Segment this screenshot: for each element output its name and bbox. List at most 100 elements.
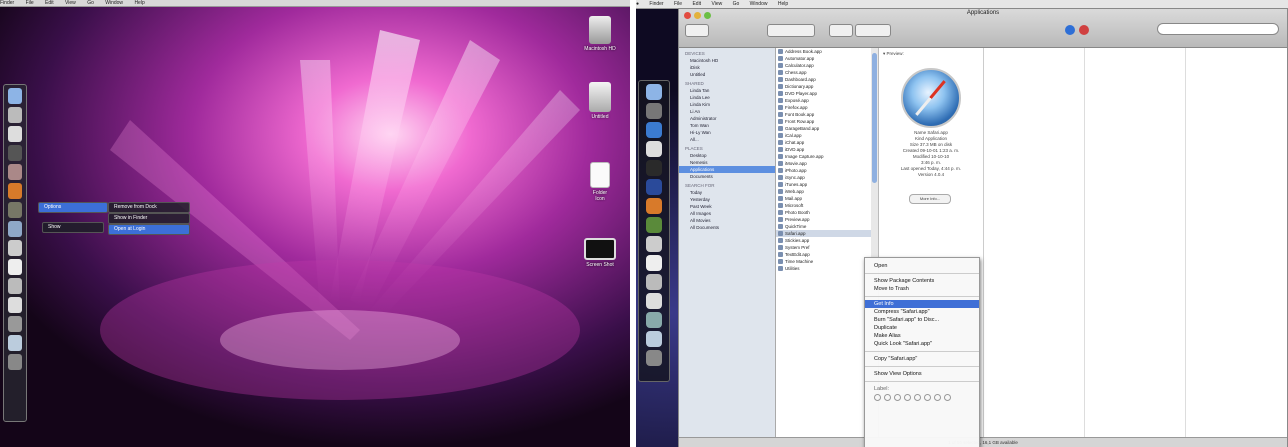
app-icon[interactable] xyxy=(1079,25,1089,35)
safari-icon[interactable] xyxy=(646,122,662,138)
sidebar-item-home[interactable]: Nemesis xyxy=(679,159,775,166)
app-icon[interactable] xyxy=(646,179,662,195)
app-list-item[interactable]: iWeb.app xyxy=(776,188,871,195)
desktop-icon-hd[interactable]: Macintosh HD xyxy=(570,16,630,52)
gear-icon[interactable] xyxy=(8,240,22,256)
app-list-item[interactable]: Utilities xyxy=(776,265,871,272)
context-duplicate[interactable]: Duplicate xyxy=(865,324,979,332)
app-list-item[interactable]: Preview.app xyxy=(776,216,871,223)
context-copy[interactable]: Copy "Safari.app" xyxy=(865,355,979,363)
sidebar-item-search[interactable]: All Images xyxy=(679,210,775,217)
app-list-item[interactable]: Automator.app xyxy=(776,55,871,62)
sidebar-item-search[interactable]: Yesterday xyxy=(679,196,775,203)
sidebar-item-desktop[interactable]: Desktop xyxy=(679,152,775,159)
quicklook-button[interactable] xyxy=(829,24,853,37)
context-burn[interactable]: Burn "Safari.app" to Disc... xyxy=(865,316,979,324)
terminal-icon[interactable] xyxy=(8,145,22,161)
system-icon[interactable] xyxy=(8,107,22,123)
label-none-icon[interactable] xyxy=(874,394,881,401)
menu-go[interactable]: Go xyxy=(87,0,94,6)
sidebar-item-shared[interactable]: Hi-Ly Wan xyxy=(679,129,775,136)
back-forward-button[interactable] xyxy=(685,24,709,37)
app-icon[interactable] xyxy=(8,297,22,313)
app-list-item[interactable]: TextEdit.app xyxy=(776,251,871,258)
menu-window[interactable]: Window xyxy=(750,0,768,8)
menu-item-show[interactable]: Show xyxy=(42,222,104,233)
context-move-to-trash[interactable]: Move to Trash xyxy=(865,285,979,293)
app-list-item[interactable]: DVD Player.app xyxy=(776,90,871,97)
context-open[interactable]: Open xyxy=(865,262,979,270)
sidebar-item-shared[interactable]: Administrator xyxy=(679,115,775,122)
view-mode-buttons[interactable] xyxy=(767,24,815,37)
menu-finder[interactable]: Finder xyxy=(649,0,663,8)
app-icon[interactable] xyxy=(8,221,22,237)
menu-edit[interactable]: Edit xyxy=(45,0,54,6)
app-list-item[interactable]: iPhoto.app xyxy=(776,167,871,174)
sidebar-item-documents[interactable]: Documents xyxy=(679,173,775,180)
app-list-item[interactable]: Dashboard.app xyxy=(776,76,871,83)
context-show-view-options[interactable]: Show View Options xyxy=(865,370,979,378)
context-show-package-contents[interactable]: Show Package Contents xyxy=(865,277,979,285)
app-icon[interactable] xyxy=(646,217,662,233)
sidebar-item-device[interactable]: iDisk xyxy=(679,64,775,71)
label-color-icon[interactable] xyxy=(924,394,931,401)
app-list-item[interactable]: Exposé.app xyxy=(776,97,871,104)
menu-go[interactable]: Go xyxy=(733,0,740,8)
terminal-icon[interactable] xyxy=(646,160,662,176)
app-list-item[interactable]: Calculator.app xyxy=(776,62,871,69)
app-list-item[interactable]: System Pref xyxy=(776,244,871,251)
trash-icon[interactable] xyxy=(8,354,22,370)
menu-item-options[interactable]: Options xyxy=(38,202,108,213)
more-info-button[interactable]: More Info... xyxy=(909,194,951,204)
clock-icon[interactable] xyxy=(8,126,22,142)
context-get-info[interactable]: Get Info xyxy=(865,300,979,308)
sidebar-item-search[interactable]: Today xyxy=(679,189,775,196)
app-list-item[interactable]: GarageBand.app xyxy=(776,125,871,132)
gear-icon[interactable] xyxy=(646,236,662,252)
desktop-icon-file[interactable]: Folder Icon xyxy=(570,162,630,202)
menu-window[interactable]: Window xyxy=(105,0,123,6)
sidebar-item-applications[interactable]: Applications xyxy=(679,166,775,173)
label-color-icon[interactable] xyxy=(904,394,911,401)
menu-item-remove-from-dock[interactable]: Remove from Dock xyxy=(108,202,190,213)
menu-view[interactable]: View xyxy=(711,0,722,8)
sidebar-item-device[interactable]: Untitled xyxy=(679,71,775,78)
document-icon[interactable] xyxy=(8,259,22,275)
clock-icon[interactable] xyxy=(646,141,662,157)
sidebar-item-shared[interactable]: Linda Kim xyxy=(679,101,775,108)
menu-file[interactable]: File xyxy=(674,0,682,8)
app-list-item[interactable]: Address Book.app xyxy=(776,48,871,55)
context-compress[interactable]: Compress "Safari.app" xyxy=(865,308,979,316)
folder-icon[interactable] xyxy=(8,335,22,351)
apple-menu-icon[interactable]: ● xyxy=(636,0,639,8)
finder-icon[interactable] xyxy=(646,84,662,100)
label-color-icon[interactable] xyxy=(944,394,951,401)
app-icon[interactable] xyxy=(646,103,662,119)
pen-icon[interactable] xyxy=(646,274,662,290)
sidebar-item-shared[interactable]: Tom Wan xyxy=(679,122,775,129)
app-list-item[interactable]: Safari.app xyxy=(776,230,871,237)
app-list-item[interactable]: Firefox.app xyxy=(776,104,871,111)
sidebar-item-shared[interactable]: Li An xyxy=(679,108,775,115)
menu-finder[interactable]: Finder xyxy=(0,0,14,6)
app-icon[interactable] xyxy=(8,164,22,180)
finder-icon[interactable] xyxy=(8,88,22,104)
label-color-icon[interactable] xyxy=(934,394,941,401)
desktop-icon-untitled[interactable]: Untitled xyxy=(570,82,630,120)
app-list-item[interactable]: Dictionary.app xyxy=(776,83,871,90)
label-color-icon[interactable] xyxy=(884,394,891,401)
scrollbar-thumb[interactable] xyxy=(872,53,877,183)
folder-icon[interactable] xyxy=(646,331,662,347)
app-list-item[interactable]: iTunes.app xyxy=(776,181,871,188)
menu-help[interactable]: Help xyxy=(134,0,144,6)
app-list-item[interactable]: iChat.app xyxy=(776,139,871,146)
app-list-item[interactable]: Time Machine xyxy=(776,258,871,265)
document-icon[interactable] xyxy=(646,255,662,271)
app-list-item[interactable]: iMovie.app xyxy=(776,160,871,167)
sidebar-item-search[interactable]: All Movies xyxy=(679,217,775,224)
menu-item-open-at-login[interactable]: Open at Login xyxy=(108,224,190,235)
firefox-icon[interactable] xyxy=(8,183,22,199)
sidebar-item-device[interactable]: Macintosh HD xyxy=(679,57,775,64)
app-list-item[interactable]: Microsoft xyxy=(776,202,871,209)
sidebar-item-search[interactable]: Past Week xyxy=(679,203,775,210)
